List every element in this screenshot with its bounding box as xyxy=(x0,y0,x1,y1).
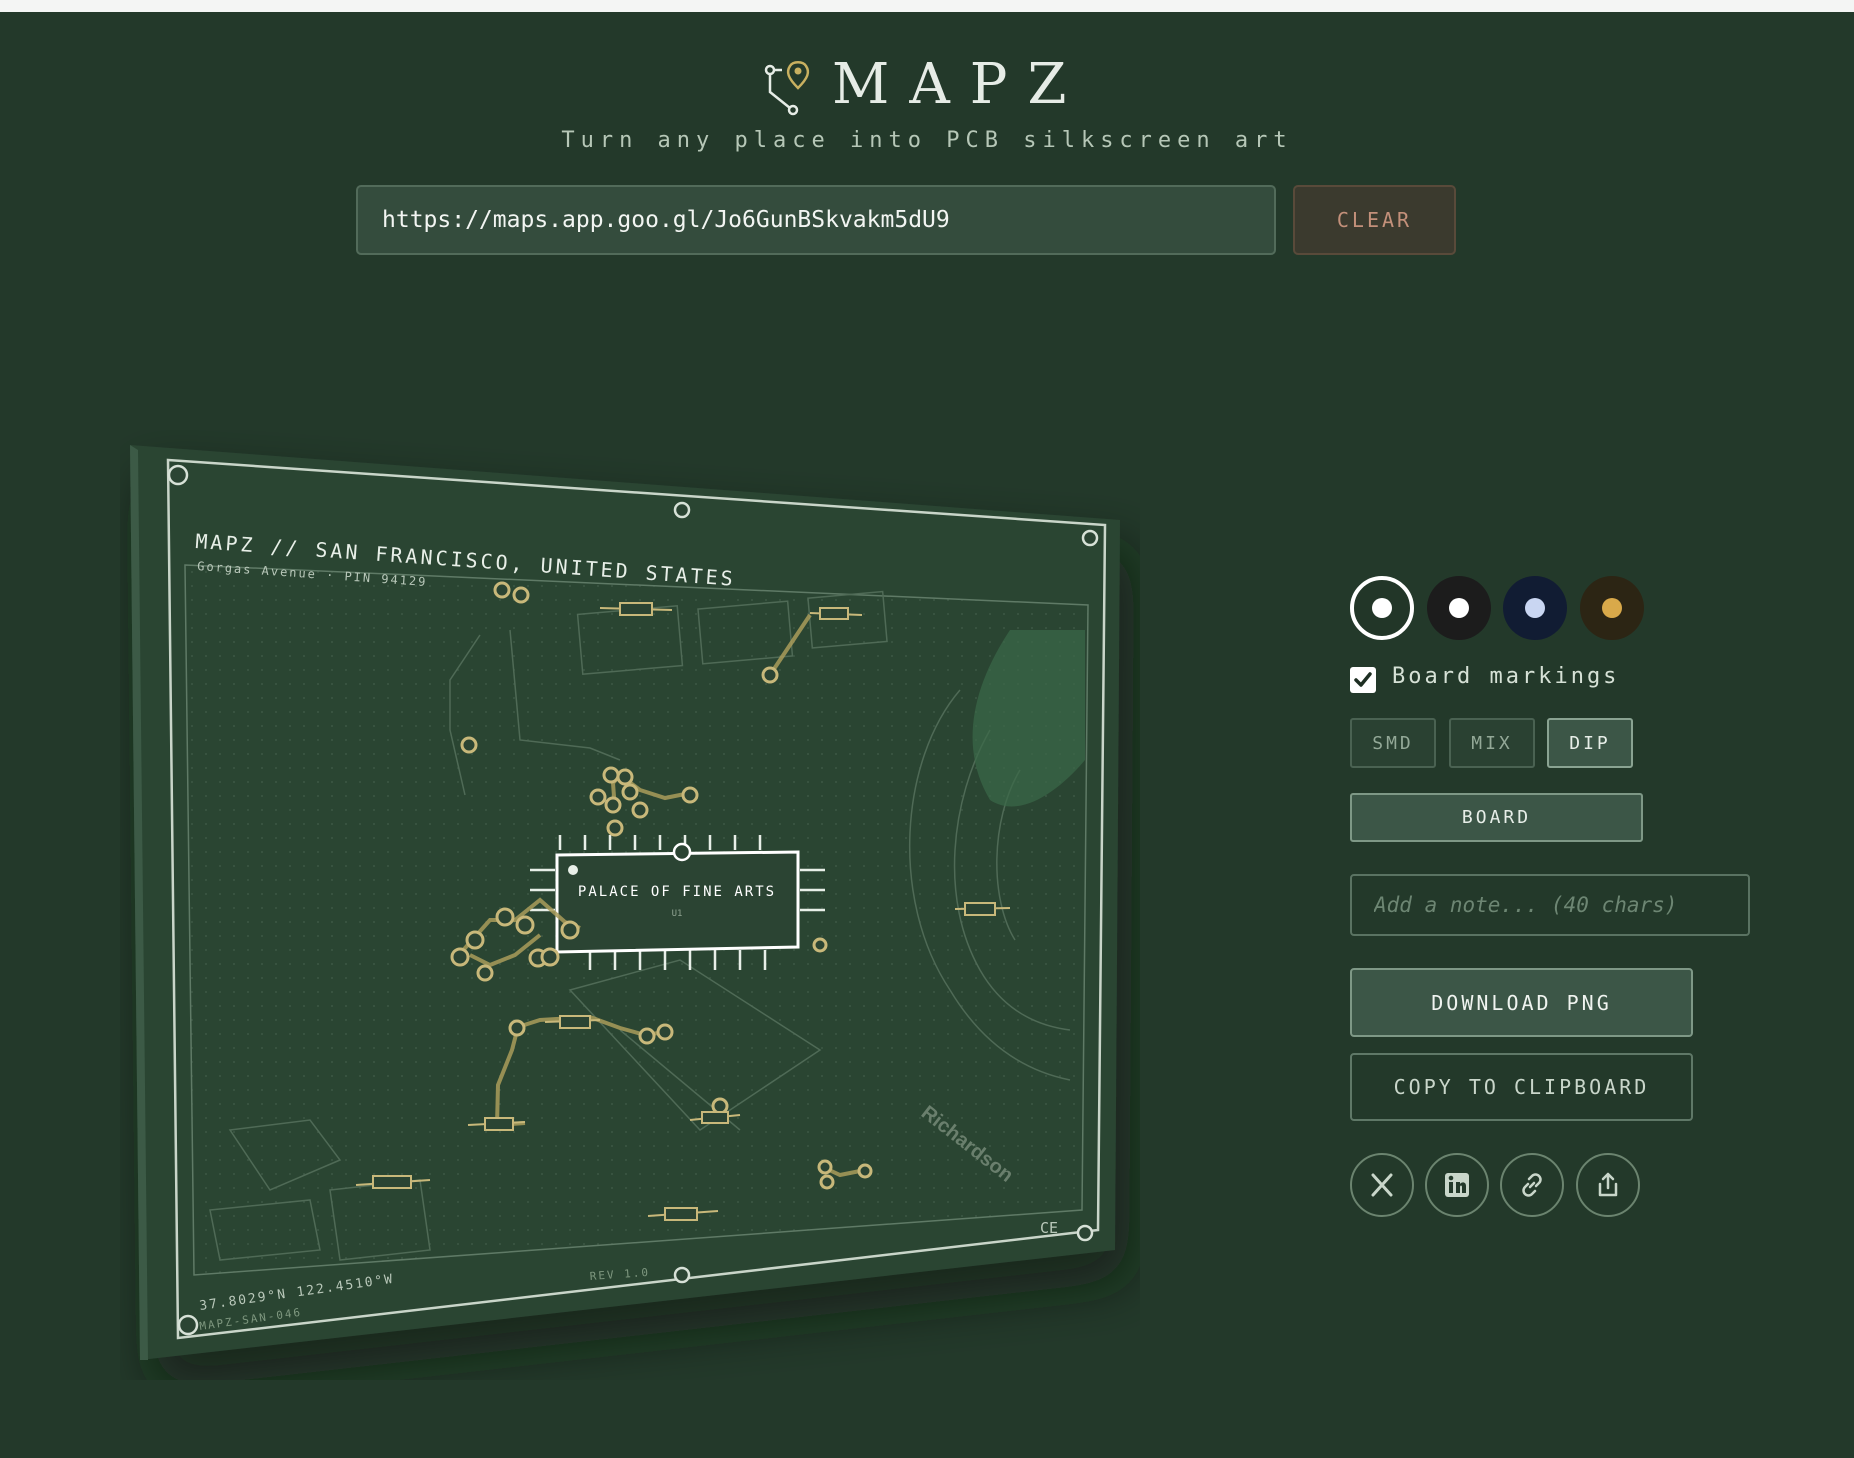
x-icon xyxy=(1371,1173,1393,1197)
logo-icon xyxy=(764,61,810,116)
mode-smd-button[interactable]: SMD xyxy=(1350,718,1436,768)
color-swatch-green[interactable] xyxy=(1350,576,1414,640)
share-button[interactable] xyxy=(1576,1153,1640,1217)
download-png-button[interactable]: DOWNLOAD PNG xyxy=(1350,968,1693,1037)
swatch-dot xyxy=(1449,598,1469,618)
color-swatch-brown[interactable] xyxy=(1580,576,1644,640)
ce-mark: CE xyxy=(1040,1219,1058,1237)
map-url-input[interactable] xyxy=(356,185,1276,255)
checkmark-icon xyxy=(1354,672,1372,687)
swatch-dot xyxy=(1602,598,1622,618)
note-input[interactable] xyxy=(1350,874,1750,936)
top-bar xyxy=(0,0,1854,12)
clear-button[interactable]: CLEAR xyxy=(1293,185,1456,255)
linkedin-icon xyxy=(1445,1173,1469,1197)
share-icon xyxy=(1598,1172,1618,1197)
mode-mix-button[interactable]: MIX xyxy=(1449,718,1535,768)
chip-label: PALACE OF FINE ARTS xyxy=(578,884,776,900)
tagline: Turn any place into PCB silkscreen art xyxy=(561,128,1293,153)
share-x-button[interactable] xyxy=(1350,1153,1414,1217)
chip-ref: U1 xyxy=(672,909,683,919)
link-icon xyxy=(1522,1173,1542,1197)
copy-link-button[interactable] xyxy=(1500,1153,1564,1217)
board-markings-label: Board markings xyxy=(1392,664,1620,689)
board-button[interactable]: BOARD xyxy=(1350,793,1643,842)
pcb-board-preview: MAPZ // SAN FRANCISCO, UNITED STATES Gor… xyxy=(130,445,1120,1360)
swatch-dot xyxy=(1372,598,1392,618)
swatch-dot xyxy=(1525,598,1545,618)
color-swatch-navy[interactable] xyxy=(1503,576,1567,640)
share-linkedin-button[interactable] xyxy=(1425,1153,1489,1217)
mode-dip-button[interactable]: DIP xyxy=(1547,718,1633,768)
app-title: MAPZ xyxy=(832,52,1087,117)
board-markings-checkbox[interactable] xyxy=(1350,667,1376,693)
copy-to-clipboard-button[interactable]: COPY TO CLIPBOARD xyxy=(1350,1053,1693,1121)
color-swatch-black[interactable] xyxy=(1427,576,1491,640)
